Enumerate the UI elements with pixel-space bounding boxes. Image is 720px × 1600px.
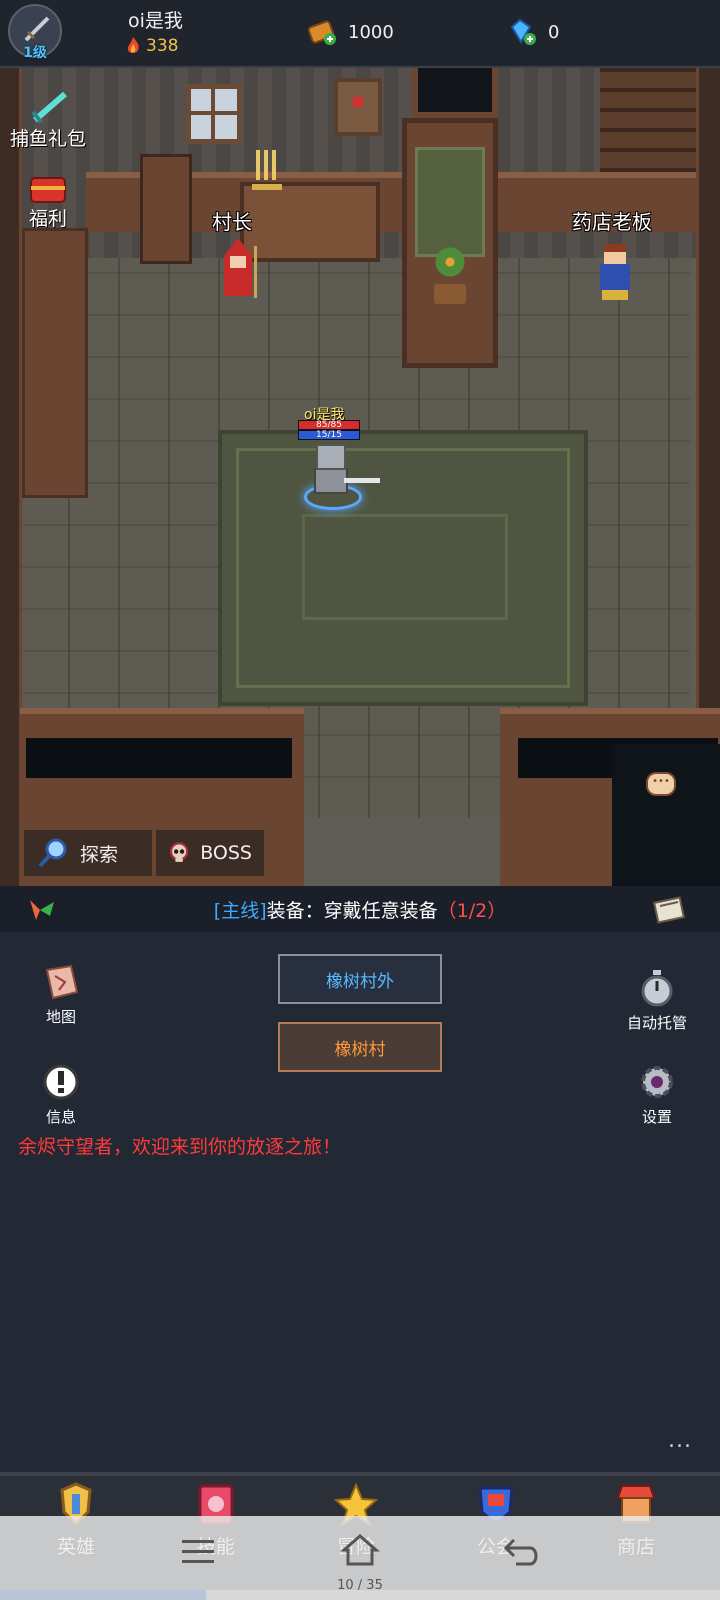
npc-village-chief[interactable] [218, 238, 258, 300]
quest-text: 装备：穿戴任意装备 [266, 899, 438, 922]
dark-gap [26, 738, 292, 778]
boss-button[interactable]: BOSS [156, 830, 264, 876]
skull-icon [169, 842, 189, 862]
page-progress-fill [0, 1590, 206, 1600]
dark-corner [612, 744, 720, 886]
map-button[interactable]: 地图 [16, 962, 106, 1027]
gold-counter[interactable]: 1000 [308, 18, 394, 46]
gold-value: 1000 [348, 21, 394, 43]
doorway [412, 68, 498, 118]
npc-label-pharmacist: 药店老板 [572, 210, 652, 234]
fishing-sword-icon [31, 91, 67, 124]
npc-pharmacist[interactable] [596, 238, 636, 300]
gold-add-icon [308, 20, 336, 45]
info-label: 信息 [45, 1108, 76, 1126]
flame-icon [127, 37, 139, 53]
game-scene[interactable]: 捕鱼礼包 福利 村长 药店老板 oi是我 85/85 15/15 探索 BOSS… [0, 68, 720, 886]
gear-icon [641, 1066, 673, 1098]
home-icon[interactable] [338, 1530, 382, 1570]
player-level: 1级 [23, 45, 47, 61]
main-quest-bar[interactable]: [主线] 装备：穿戴任意装备 （1/2） [0, 886, 720, 932]
info-button[interactable]: 信息 [16, 1062, 106, 1127]
chat-icon[interactable]: ••• [646, 772, 676, 796]
quest-progress: （1/2） [437, 899, 507, 922]
explore-button[interactable]: 探索 [24, 830, 152, 876]
more-options-icon[interactable]: ... [668, 1428, 692, 1453]
flower-painting [334, 78, 382, 136]
mage-face [230, 256, 246, 268]
top-status-bar: 1级 oi是我 338 1000 0 [0, 0, 720, 68]
potted-plant [428, 244, 472, 304]
mage-hat [224, 238, 252, 256]
sword-icon [24, 16, 50, 42]
gem-value: 0 [548, 21, 560, 43]
fishing-gift-button[interactable]: 捕鱼礼包 [6, 90, 90, 151]
map-label: 地图 [45, 1008, 76, 1026]
gem-add-icon [510, 18, 536, 45]
combat-power-value: 338 [146, 36, 179, 56]
settings-button[interactable]: 设置 [612, 1062, 702, 1127]
mage-staff [254, 246, 257, 298]
location-outside-button[interactable]: 橡树村外 [278, 954, 442, 1004]
staircase [600, 68, 696, 188]
main-panel: 橡树村外 橡树村 地图 信息 自动托管 设置 余烬守望者，欢迎来到你的放逐之旅！… [0, 932, 720, 1472]
hero-mp-bar: 15/15 [298, 430, 360, 440]
keeper-legs [602, 290, 628, 300]
quest-tag: [主线] [213, 899, 267, 922]
wall-tapestry [415, 147, 485, 257]
location-current-button[interactable]: 橡树村 [278, 1022, 442, 1072]
keeper-body [600, 264, 630, 290]
welfare-button[interactable]: 福利 [6, 172, 90, 231]
gem-counter[interactable]: 0 [508, 18, 559, 46]
welfare-label: 福利 [28, 208, 67, 230]
auto-play-label: 自动托管 [626, 1014, 687, 1032]
player-name: oi是我 [128, 10, 183, 32]
settings-label: 设置 [641, 1108, 672, 1126]
map-icon [45, 964, 79, 1000]
npc-label-chief: 村长 [212, 210, 252, 234]
magnifier-icon [38, 838, 67, 868]
welcome-message: 余烬守望者，欢迎来到你的放逐之旅！ [18, 1136, 342, 1158]
window [186, 84, 242, 144]
auto-play-button[interactable]: 自动托管 [612, 968, 702, 1033]
chief-desk [240, 182, 380, 262]
combat-power: 338 [124, 36, 178, 56]
floor-carpet [218, 430, 588, 706]
boss-label: BOSS [200, 842, 252, 864]
center-pillar [402, 118, 498, 368]
candelabra [252, 150, 282, 190]
player-knight [304, 444, 380, 514]
player-avatar[interactable]: 1级 [8, 4, 62, 61]
keeper-head [604, 244, 626, 264]
info-icon [43, 1064, 79, 1100]
fishing-gift-label: 捕鱼礼包 [9, 128, 86, 150]
side-shelf [22, 228, 88, 498]
letter-icon[interactable] [652, 894, 686, 924]
menu-icon[interactable] [178, 1532, 218, 1572]
stopwatch-icon [641, 970, 673, 1007]
explore-label: 探索 [80, 843, 119, 866]
quest-arrow-icon [30, 900, 54, 920]
knight-armor [314, 468, 348, 494]
wooden-chair [140, 154, 192, 264]
knight-helmet [316, 444, 346, 470]
treasure-chest-icon [30, 177, 66, 203]
back-icon[interactable] [500, 1530, 544, 1570]
hero-hp-bar: 85/85 [298, 420, 360, 430]
knight-sword [344, 478, 380, 483]
